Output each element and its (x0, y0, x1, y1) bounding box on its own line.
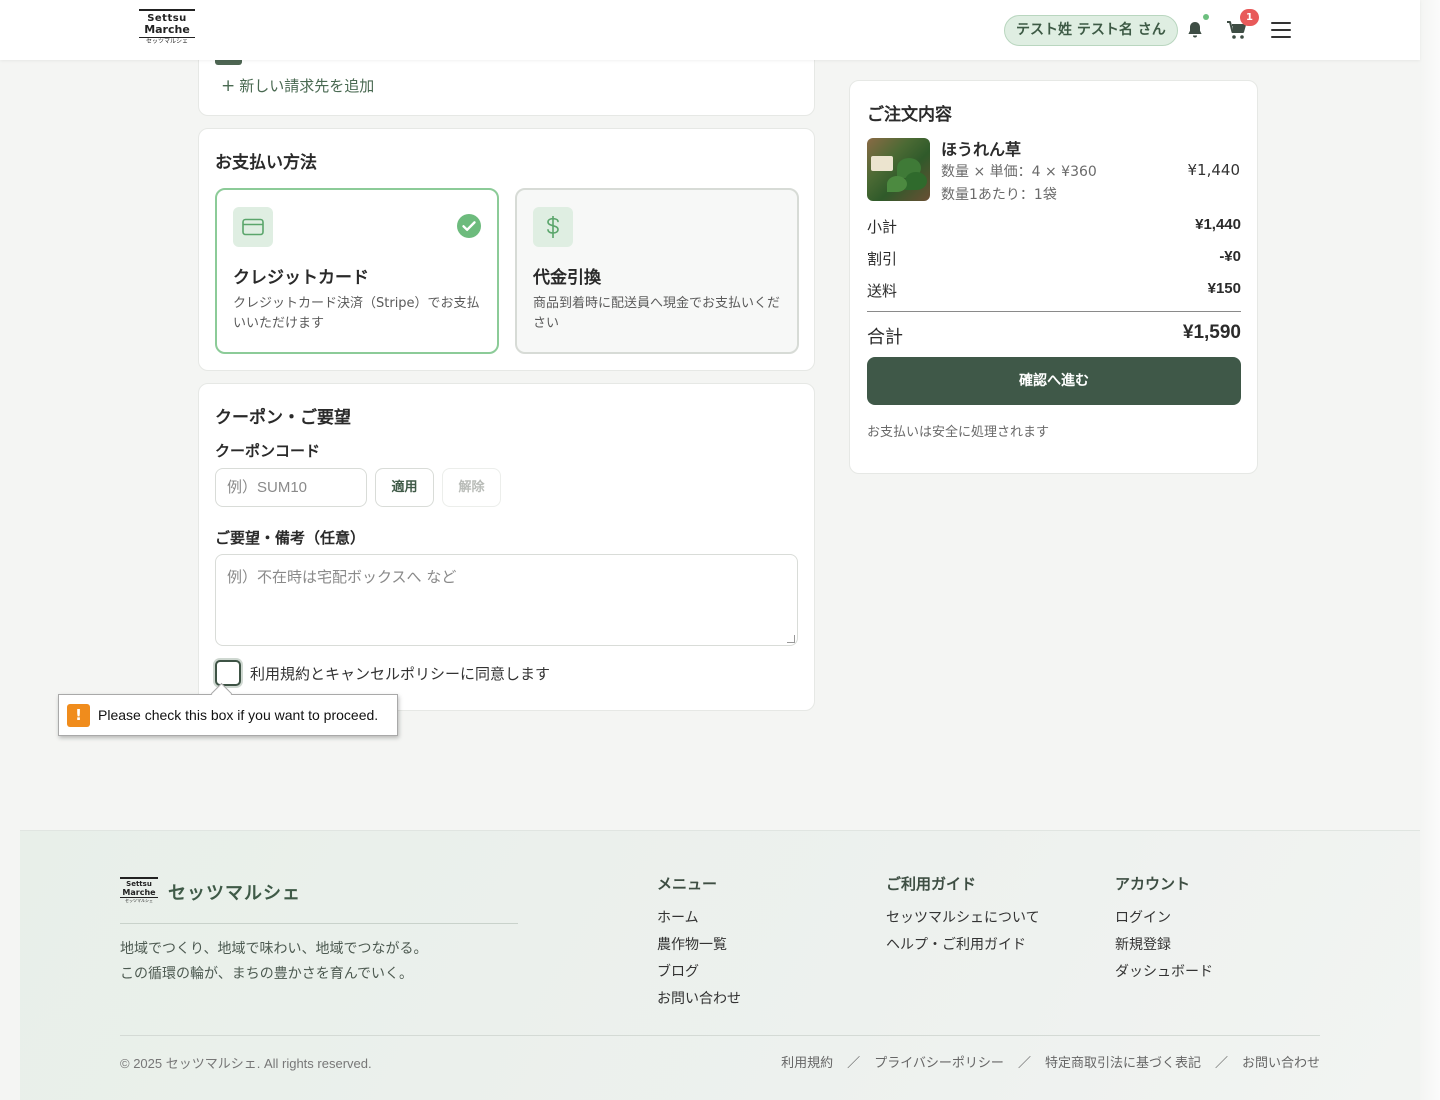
footer-link-help[interactable]: ヘルプ・ご利用ガイド (886, 932, 1040, 959)
footer-link-about[interactable]: セッツマルシェについて (886, 905, 1040, 932)
discount-label: 割引 (867, 250, 898, 268)
notes-label: ご要望・備考（任意） (215, 529, 366, 547)
notes-textarea[interactable]: 例）不在時は宅配ボックスへ など (215, 554, 798, 646)
payment-option-name: クレジットカード (233, 268, 369, 288)
copyright: © 2025 セッツマルシェ. All rights reserved. (120, 1056, 372, 1071)
item-qty-line: 数量 × 単価：4 × ¥360 (941, 164, 1097, 180)
coupon-code-input[interactable]: 例）SUM10 (215, 468, 367, 507)
product-thumbnail (867, 138, 930, 201)
notification-dot (1203, 14, 1209, 20)
legal-link-privacy[interactable]: プライバシーポリシー (874, 1056, 1004, 1071)
clear-coupon-button[interactable]: 解除 (442, 468, 501, 507)
footer-link-contact[interactable]: お問い合わせ (657, 986, 741, 1013)
credit-card-icon (233, 207, 273, 247)
payment-method-card: お支払い方法 クレジットカード クレジットカード決済（Stripe）でお支払いい… (198, 128, 815, 371)
warning-icon: ! (67, 704, 90, 727)
footer-link-login[interactable]: ログイン (1115, 905, 1213, 932)
footer-bottom-rule (120, 1035, 1320, 1036)
footer-logo[interactable]: Settsu Marche セッツマルシェ (120, 877, 158, 905)
legal-links: 利用規約 ／ プライバシーポリシー ／ 特定商取引法に基づく表記 ／ お問い合わせ (781, 1052, 1320, 1071)
coupon-code-label: クーポンコード (215, 442, 321, 460)
check-circle-icon (457, 214, 481, 238)
plus-icon: + (221, 76, 236, 96)
shipping-row: 送料 ¥150 (867, 280, 1241, 301)
site-logo[interactable]: Settsu Marche セッツマルシェ (139, 9, 195, 49)
legal-link-terms[interactable]: 利用規約 (781, 1056, 833, 1071)
user-greeting[interactable]: テスト姓 テスト名 さん (1004, 15, 1178, 46)
footer-logo-line1: Settsu (120, 877, 158, 888)
payment-option-desc: 商品到着時に配送員へ現金でお支払いください (533, 296, 781, 331)
payment-title: お支払い方法 (215, 153, 317, 173)
footer-menu-title: メニュー (657, 875, 718, 893)
shipping-label: 送料 (867, 282, 898, 300)
add-billing-label: 新しい請求先を追加 (239, 77, 375, 95)
footer-guide-column: ご利用ガイド セッツマルシェについて ヘルプ・ご利用ガイド (886, 873, 1040, 959)
footer-account-column: アカウント ログイン 新規登録 ダッシュボード (1115, 873, 1213, 986)
payment-option-name: 代金引換 (533, 268, 601, 288)
summary-title: ご注文内容 (867, 105, 952, 125)
footer-logo-line3: セッツマルシェ (120, 897, 158, 904)
footer-account-title: アカウント (1115, 875, 1191, 893)
discount-value: -¥0 (1219, 248, 1241, 265)
payment-option-desc: クレジットカード決済（Stripe）でお支払いいただけます (233, 296, 480, 331)
payment-option-credit-card[interactable]: クレジットカード クレジットカード決済（Stripe）でお支払いいただけます (215, 188, 499, 354)
order-summary-card: ご注文内容 ほうれん草 数量 × 単価：4 × ¥360 数量1あたり：1袋 ¥… (849, 80, 1258, 474)
footer-link-home[interactable]: ホーム (657, 905, 741, 932)
apply-coupon-button[interactable]: 適用 (375, 468, 434, 507)
legal-link-contact[interactable]: お問い合わせ (1242, 1056, 1320, 1071)
subtotal-row: 小計 ¥1,440 (867, 216, 1241, 237)
resize-handle-icon[interactable] (787, 635, 795, 643)
legal-separator: ／ (1214, 1056, 1228, 1071)
cart-count-badge: 1 (1240, 9, 1259, 26)
legal-link-tokushoho[interactable]: 特定商取引法に基づく表記 (1045, 1056, 1201, 1071)
hamburger-menu-icon[interactable] (1271, 22, 1291, 38)
add-billing-link[interactable]: + 新しい請求先を追加 (221, 75, 374, 96)
footer-link-dashboard[interactable]: ダッシュボード (1115, 959, 1213, 986)
legal-separator: ／ (847, 1056, 861, 1071)
footer-tagline-1: 地域でつくり、地域で味わい、地域でつながる。 (120, 941, 428, 957)
coupon-requests-card: クーポン・ご要望 クーポンコード 例）SUM10 適用 解除 ご要望・備考（任意… (198, 383, 815, 711)
site-header: Settsu Marche セッツマルシェ テスト姓 テスト名 さん 1 (0, 0, 1420, 60)
item-price: ¥1,440 (1187, 161, 1241, 179)
subtotal-label: 小計 (867, 218, 898, 236)
footer-menu-column: メニュー ホーム 農作物一覧 ブログ お問い合わせ (657, 873, 741, 1013)
footer-link-products[interactable]: 農作物一覧 (657, 932, 741, 959)
footer-guide-title: ご利用ガイド (886, 875, 977, 893)
coupon-title: クーポン・ご要望 (215, 408, 351, 428)
notes-placeholder: 例）不在時は宅配ボックスへ など (227, 568, 457, 586)
logo-line1: Settsu (139, 9, 195, 24)
agree-terms-label[interactable]: 利用規約とキャンセルポリシーに同意します (250, 663, 550, 684)
footer-link-blog[interactable]: ブログ (657, 959, 741, 986)
validation-tooltip: ! Please check this box if you want to p… (58, 694, 398, 736)
footer-link-register[interactable]: 新規登録 (1115, 932, 1213, 959)
item-name: ほうれん草 (941, 140, 1022, 159)
shipping-value: ¥150 (1207, 280, 1241, 297)
payment-option-cod[interactable]: 代金引換 商品到着時に配送員へ現金でお支払いください (515, 188, 799, 354)
footer-tagline: 地域でつくり、地域で味わい、地域でつながる。 この循環の輪が、まちの豊かさを育ん… (120, 937, 427, 987)
secure-payment-note: お支払いは安全に処理されます (867, 425, 1050, 440)
legal-separator: ／ (1017, 1056, 1031, 1071)
site-footer: Settsu Marche セッツマルシェ セッツマルシェ 地域でつくり、地域で… (20, 830, 1420, 1100)
page-edge-fade (1420, 0, 1440, 1100)
discount-row: 割引 -¥0 (867, 248, 1241, 269)
logo-line3: セッツマルシェ (139, 37, 195, 46)
agree-terms-checkbox[interactable] (215, 660, 241, 686)
bell-icon[interactable] (1185, 20, 1205, 40)
summary-divider (867, 311, 1241, 312)
footer-logo-line2: Marche (122, 888, 156, 897)
footer-brand-rule (120, 923, 518, 924)
proceed-to-confirm-button[interactable]: 確認へ進む (867, 357, 1241, 405)
footer-brand: セッツマルシェ (168, 883, 301, 904)
total-label: 合計 (867, 327, 903, 348)
dollar-icon (533, 207, 573, 247)
validation-message: Please check this box if you want to pro… (98, 707, 379, 723)
logo-line2: Marche (144, 23, 190, 36)
item-unit-line: 数量1あたり：1袋 (941, 187, 1057, 203)
footer-tagline-2: この循環の輪が、まちの豊かさを育んでいく。 (120, 966, 414, 982)
subtotal-value: ¥1,440 (1195, 216, 1241, 233)
total-value: ¥1,590 (1182, 322, 1241, 343)
total-row: 合計 ¥1,590 (867, 322, 1241, 349)
